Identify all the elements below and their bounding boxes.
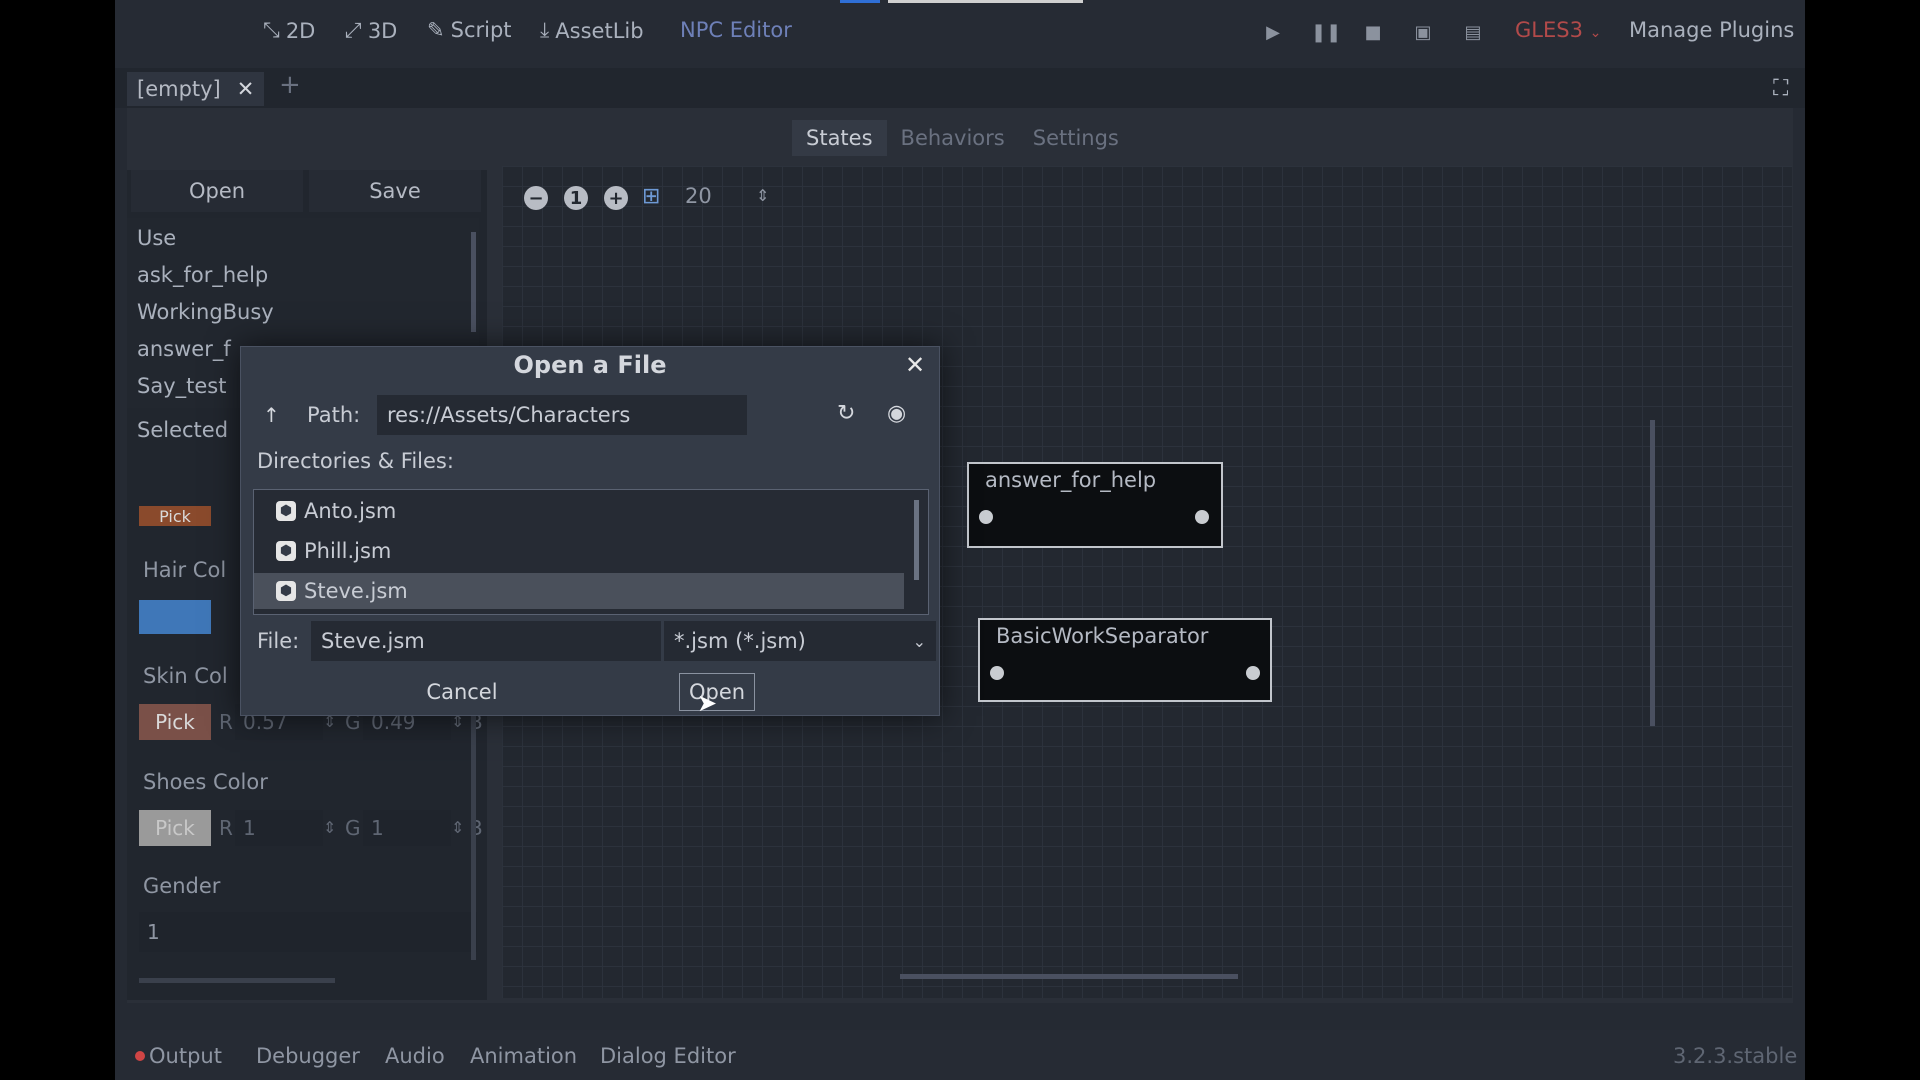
skin-color-label: Skin Col (143, 664, 228, 688)
list-scrollbar[interactable] (471, 232, 476, 332)
close-icon[interactable]: ✕ (237, 77, 255, 101)
menu-assetlib[interactable]: ⤓ AssetLib (540, 18, 644, 43)
output-port[interactable] (1195, 510, 1209, 524)
2d-axes-icon: ⤡ (263, 18, 280, 42)
download-icon: ⤓ (540, 18, 550, 42)
path-label: Path: (307, 403, 361, 427)
parent-folder-icon[interactable]: ↑ (263, 403, 280, 427)
tab-dialog-editor[interactable]: Dialog Editor (600, 1044, 736, 1068)
3d-axes-icon: ⤢ (345, 18, 362, 42)
file-item-steve[interactable]: ⬢ Steve.jsm (254, 573, 904, 609)
top-accent-right (888, 0, 1083, 3)
tab-states[interactable]: States (792, 120, 887, 156)
file-list: ⬢ Anto.jsm ⬢ Phill.jsm ⬢ Steve.jsm (253, 489, 929, 615)
selected-label: Selected (137, 418, 229, 442)
list-item[interactable]: ask_for_help (137, 263, 268, 287)
file-filter-select[interactable]: *.jsm (*.jsm) ⌄ (664, 621, 936, 661)
skin-pick-button[interactable]: Pick (139, 704, 211, 740)
menu-npc-editor[interactable]: NPC Editor (680, 18, 792, 42)
renderer-select[interactable]: GLES3 ⌄ (1515, 18, 1601, 42)
tab-behaviors[interactable]: Behaviors (887, 120, 1019, 156)
tab-animation[interactable]: Animation (470, 1044, 577, 1068)
shoes-color-label: Shoes Color (143, 770, 268, 794)
fullscreen-icon[interactable]: ⛶ (1773, 76, 1788, 101)
version-label: 3.2.3.stable (1673, 1044, 1798, 1068)
save-button[interactable]: Save (309, 170, 481, 212)
file-name-input[interactable]: Steve.jsm (311, 621, 661, 661)
dialog-title: Open a File (513, 351, 667, 379)
hair-color-swatch[interactable] (139, 600, 211, 634)
play-scene-icon[interactable]: ▣ (1411, 22, 1435, 44)
tab-audio[interactable]: Audio (385, 1044, 445, 1068)
shoes-pick-button[interactable]: Pick (139, 810, 211, 846)
scene-tab-row: [empty] ✕ + ⛶ (115, 68, 1805, 108)
top-accent-left (840, 0, 880, 3)
cancel-button[interactable]: Cancel (417, 673, 507, 711)
shoes-g-field[interactable]: 1 (363, 810, 451, 846)
list-item[interactable]: Use (137, 226, 176, 250)
file-list-scrollbar[interactable] (914, 500, 919, 580)
output-port[interactable] (1246, 666, 1260, 680)
state-node-basic-work-separator[interactable]: BasicWorkSeparator (978, 618, 1272, 702)
skin-r-label: R (219, 710, 233, 734)
list-item[interactable]: answer_f (137, 337, 231, 361)
list-item[interactable]: WorkingBusy (137, 300, 274, 324)
resource-file-icon: ⬢ (276, 541, 296, 561)
file-item-phill[interactable]: ⬢ Phill.jsm (254, 533, 904, 569)
gender-label: Gender (143, 874, 221, 898)
gender-field[interactable]: 1 (139, 912, 477, 952)
chevron-down-icon: ⌄ (1589, 25, 1602, 41)
menu-script[interactable]: ✎ Script (427, 18, 512, 42)
tab-output[interactable]: Output (135, 1044, 222, 1068)
directories-files-label: Directories & Files: (257, 449, 454, 473)
pick-button-partial[interactable]: Pick (139, 506, 211, 526)
chevron-down-icon: ⌄ (912, 631, 926, 651)
resource-file-icon: ⬢ (276, 581, 296, 601)
file-label: File: (257, 629, 300, 653)
mouse-cursor-icon: ➤ (697, 689, 718, 717)
open-file-dialog: Open a File ✕ ↑ Path: res://Assets/Chara… (240, 346, 940, 717)
tab-debugger[interactable]: Debugger (256, 1044, 360, 1068)
graph-vscrollbar[interactable] (1650, 420, 1655, 726)
tab-settings[interactable]: Settings (1019, 120, 1133, 156)
sidebar-hscrollbar[interactable] (139, 978, 335, 983)
shoes-g-label: G (345, 816, 361, 840)
spin-arrows-icon[interactable]: ⇕ (451, 818, 464, 837)
close-icon[interactable]: ✕ (905, 351, 925, 379)
menu-3d[interactable]: ⤢ 3D (345, 18, 397, 43)
main-toolbar: ⤡ 2D ⤢ 3D ✎ Script ⤓ AssetLib NPC Editor… (115, 0, 1805, 68)
show-hidden-icon[interactable]: ◉ (887, 401, 906, 426)
add-tab-icon[interactable]: + (279, 70, 301, 100)
open-button[interactable]: Open (131, 170, 303, 212)
shoes-r-label: R (219, 816, 233, 840)
resource-file-icon: ⬢ (276, 501, 296, 521)
editor-subtabs: States Behaviors Settings (792, 120, 1133, 156)
file-item-anto[interactable]: ⬢ Anto.jsm (254, 493, 904, 529)
menu-2d[interactable]: ⤡ 2D (263, 18, 315, 43)
spin-arrows-icon[interactable]: ⇕ (323, 818, 336, 837)
input-port[interactable] (979, 510, 993, 524)
refresh-icon[interactable]: ↻ (837, 401, 855, 426)
script-icon: ✎ (427, 18, 445, 42)
shoes-r-field[interactable]: 1 (235, 810, 323, 846)
play-icon[interactable]: ▶ (1261, 22, 1285, 44)
path-input[interactable]: res://Assets/Characters (377, 395, 747, 435)
scene-tab-empty[interactable]: [empty] ✕ (127, 72, 265, 106)
manage-plugins-button[interactable]: Manage Plugins (1629, 18, 1794, 42)
bottom-panel-tabs: Output Debugger Audio Animation Dialog E… (115, 1030, 1805, 1080)
hair-color-label: Hair Col (143, 558, 227, 582)
error-dot-icon (135, 1051, 145, 1061)
play-custom-scene-icon[interactable]: ▤ (1461, 22, 1485, 44)
stop-icon[interactable]: ■ (1361, 22, 1385, 44)
graph-hscrollbar[interactable] (900, 974, 1238, 979)
list-item[interactable]: Say_test (137, 374, 226, 398)
input-port[interactable] (990, 666, 1004, 680)
pause-icon[interactable]: ❚❚ (1311, 22, 1341, 44)
state-node-answer-for-help[interactable]: answer_for_help (967, 462, 1223, 548)
